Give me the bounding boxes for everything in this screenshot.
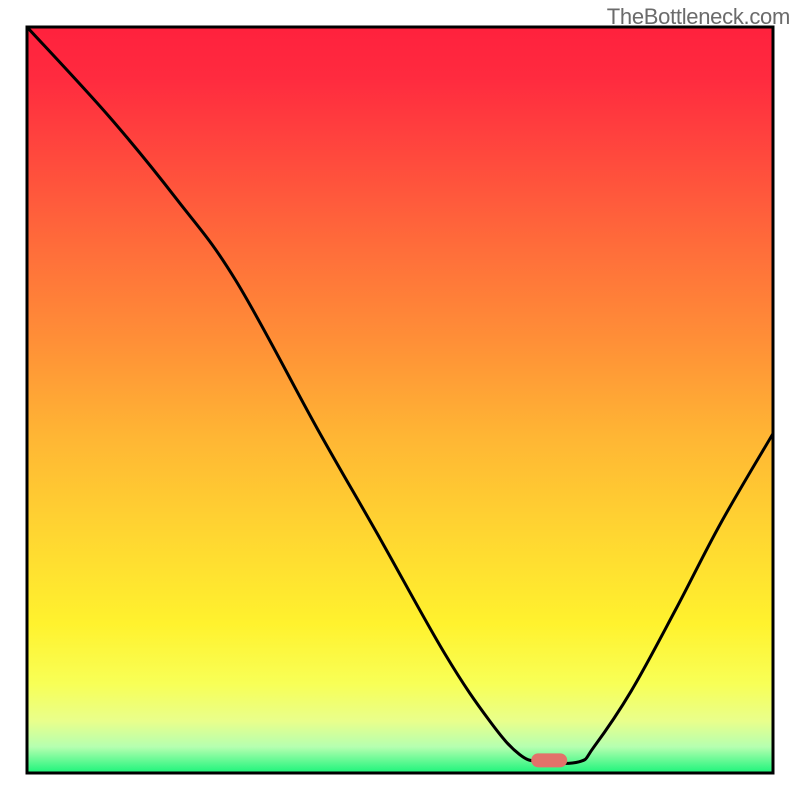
- watermark-text: TheBottleneck.com: [607, 4, 790, 30]
- optimal-marker: [531, 753, 567, 767]
- gradient-background: [27, 27, 773, 773]
- chart-root: TheBottleneck.com: [0, 0, 800, 800]
- bottleneck-chart: [0, 0, 800, 800]
